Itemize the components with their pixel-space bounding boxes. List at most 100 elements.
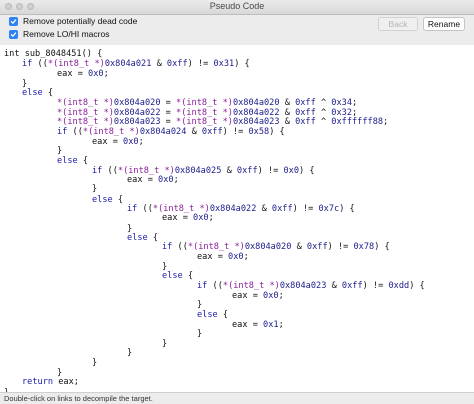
code-token[interactable]: 0x1 <box>263 320 279 330</box>
code-line: else { <box>127 233 158 243</box>
rename-button[interactable]: Rename <box>423 17 465 31</box>
code-token[interactable]: 0x804a023 <box>280 281 327 291</box>
code-line: else { <box>92 195 123 205</box>
code-line: if ((*(int8_t *)0x804a020 & 0xff) != 0x7… <box>162 242 390 252</box>
remove-dead-code-option[interactable]: Remove potentially dead code <box>9 16 137 26</box>
code-token[interactable]: 0x804a025 <box>175 166 222 176</box>
code-token: & <box>151 59 167 70</box>
code-token[interactable]: 0x0 <box>123 137 139 147</box>
code-token: ; <box>278 319 284 330</box>
code-token: } <box>127 348 133 359</box>
code-line: else { <box>22 88 53 98</box>
code-token[interactable]: 0xff <box>202 127 223 137</box>
code-token[interactable]: 0xff <box>307 242 328 252</box>
code-token[interactable]: 0x804a020 <box>233 98 280 108</box>
code-token[interactable]: 0xff <box>272 204 293 214</box>
code-token: return <box>22 377 54 388</box>
code-token: eax = <box>197 252 229 263</box>
remove-dead-code-label: Remove potentially dead code <box>23 16 138 26</box>
code-token: if <box>57 126 68 137</box>
code-token: if <box>92 165 103 176</box>
code-token[interactable]: 0x0 <box>158 175 174 185</box>
code-token: *(int8_t *) <box>82 126 140 137</box>
code-token: ; <box>208 213 214 224</box>
code-token[interactable]: 0x31 <box>214 59 235 69</box>
pseudo-code-view[interactable]: int sub_8048451() {if ((*(int8_t *)0x804… <box>0 45 474 392</box>
code-line: int sub_8048451() { <box>4 49 102 59</box>
code-token[interactable]: 0x0 <box>284 166 300 176</box>
code-token: else <box>22 88 43 99</box>
code-token[interactable]: 0xffffff88 <box>331 117 383 127</box>
remove-lohi-macros-checkbox[interactable] <box>9 29 18 39</box>
code-token: eax = <box>232 319 264 330</box>
code-token: ; <box>278 290 284 301</box>
code-token[interactable]: 0x0 <box>88 69 104 79</box>
code-token: ^ <box>315 97 332 108</box>
status-bar: Double-click on links to decompile the t… <box>0 392 474 404</box>
code-token[interactable]: 0xff <box>295 98 316 108</box>
code-token: else <box>162 271 183 282</box>
code-token[interactable]: 0x804a021 <box>105 59 152 69</box>
code-token[interactable]: 0x58 <box>249 127 270 137</box>
code-token[interactable]: 0x0 <box>228 252 244 262</box>
code-token: ) != <box>187 59 214 70</box>
code-token[interactable]: 0x804a022 <box>210 204 257 214</box>
code-line: } <box>92 358 97 368</box>
code-token: ) != <box>292 203 319 214</box>
window-title: Pseudo Code <box>209 1 265 11</box>
code-line: } <box>197 300 202 310</box>
code-token: } <box>92 357 98 368</box>
code-line: } <box>197 329 202 339</box>
code-token: ; <box>173 175 179 186</box>
code-token[interactable]: 0xdd <box>389 281 410 291</box>
toolbar: Remove potentially dead code Remove LO/H… <box>0 15 474 46</box>
code-token: (( <box>137 203 153 214</box>
code-token: } <box>197 300 203 310</box>
code-token: & <box>221 165 237 176</box>
back-button[interactable]: Back <box>378 17 418 31</box>
code-token[interactable]: 0xff <box>237 166 258 176</box>
remove-lohi-macros-option[interactable]: Remove LO/HI macros <box>9 29 109 39</box>
code-token[interactable]: 0xff <box>342 281 363 291</box>
code-line: eax = 0x0; <box>127 175 179 185</box>
code-token: (( <box>32 59 48 70</box>
code-line: else { <box>57 156 88 166</box>
code-token[interactable]: 0x34 <box>331 98 352 108</box>
code-token: if <box>197 281 208 292</box>
code-token: { <box>182 271 194 282</box>
checkmark-icon <box>10 18 17 24</box>
code-token[interactable]: 0x0 <box>193 213 209 223</box>
code-token: *(int8_t *) <box>57 97 114 108</box>
code-token[interactable]: 0x0 <box>263 291 279 301</box>
remove-dead-code-checkbox[interactable] <box>9 16 18 26</box>
code-token: if <box>127 203 138 214</box>
code-token: (( <box>172 242 188 253</box>
code-token: eax = <box>92 136 124 147</box>
code-line: return eax; <box>22 377 79 387</box>
code-token[interactable]: 0x804a020 <box>114 98 161 108</box>
code-token: ) { <box>339 203 355 214</box>
code-token[interactable]: 0x804a024 <box>140 127 187 137</box>
code-token[interactable]: 0x804a020 <box>245 242 292 252</box>
code-token: & <box>256 203 272 214</box>
code-token[interactable]: 0xff <box>167 59 188 69</box>
code-token: eax = <box>232 290 264 301</box>
code-line: else { <box>162 271 193 281</box>
pseudo-code-window: Pseudo Code Remove potentially dead code… <box>0 0 474 404</box>
code-token: ; <box>383 117 389 128</box>
code-token: ) != <box>222 126 249 137</box>
code-token: ) != <box>327 242 354 253</box>
code-token[interactable]: 0x7c <box>319 204 340 214</box>
code-token[interactable]: 0xff <box>295 117 316 127</box>
code-token[interactable]: 0x78 <box>354 242 375 252</box>
code-token: & <box>326 281 342 292</box>
code-token: ) { <box>409 281 425 292</box>
code-token: { <box>147 232 159 243</box>
code-token: (( <box>102 165 118 176</box>
code-token: } <box>92 184 98 195</box>
code-token: = <box>160 97 177 108</box>
code-token: ) { <box>299 165 315 176</box>
code-token: else <box>92 194 113 205</box>
code-token: if <box>22 59 33 70</box>
code-token: { <box>42 88 54 99</box>
